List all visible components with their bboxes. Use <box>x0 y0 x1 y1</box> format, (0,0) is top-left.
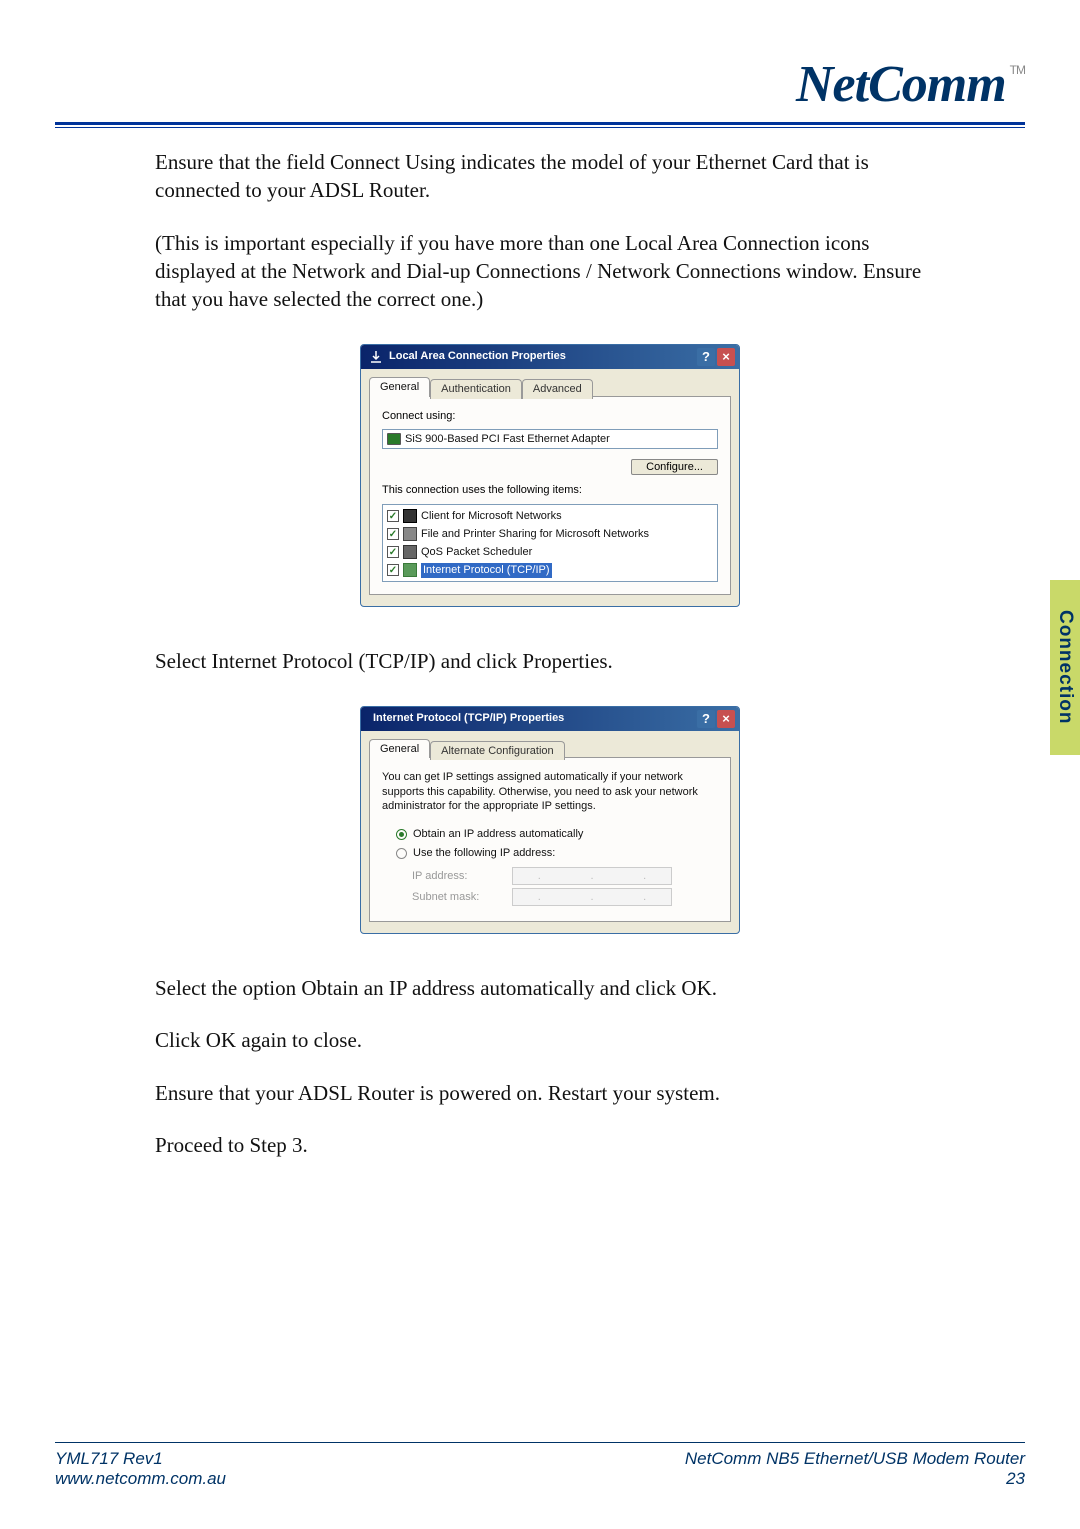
lan-properties-dialog: Local Area Connection Properties ? × Gen… <box>360 344 740 608</box>
radio-label: Obtain an IP address automatically <box>413 827 583 842</box>
tabs-row: General Alternate Configuration <box>361 731 739 759</box>
tab-advanced[interactable]: Advanced <box>522 379 593 399</box>
paragraph-proceed: Proceed to Step 3. <box>155 1131 945 1159</box>
product-name: NetComm NB5 Ethernet/USB Modem Router <box>685 1449 1025 1469</box>
checkbox-icon[interactable] <box>387 528 399 540</box>
items-label: This connection uses the following items… <box>382 483 718 498</box>
tab-panel: You can get IP settings assigned automat… <box>369 757 731 922</box>
page-footer: YML717 Rev1 www.netcomm.com.au NetComm N… <box>55 1442 1025 1489</box>
ip-fields-group: IP address: ... Subnet mask: ... <box>412 867 718 906</box>
nic-icon <box>387 433 401 445</box>
subnet-mask-label: Subnet mask: <box>412 890 502 905</box>
list-item: Client for Microsoft Networks <box>387 507 713 525</box>
dialog-titlebar: Internet Protocol (TCP/IP) Properties ? … <box>361 707 739 731</box>
paragraph-intro-1: Ensure that the field Connect Using indi… <box>155 148 945 205</box>
tcpip-icon <box>403 563 417 577</box>
adapter-name: SiS 900-Based PCI Fast Ethernet Adapter <box>405 432 610 447</box>
body-content: Ensure that the field Connect Using indi… <box>155 148 945 1159</box>
adapter-field[interactable]: SiS 900-Based PCI Fast Ethernet Adapter <box>382 429 718 449</box>
radio-on-icon <box>396 829 407 840</box>
ip-address-label: IP address: <box>412 869 502 884</box>
checkbox-icon[interactable] <box>387 564 399 576</box>
brand-logo: NetComm TM <box>796 55 1025 114</box>
radio-off-icon <box>396 848 407 859</box>
checkbox-icon[interactable] <box>387 510 399 522</box>
subnet-mask-field: ... <box>512 888 672 906</box>
dialog-title: Local Area Connection Properties <box>389 349 697 364</box>
item-label: QoS Packet Scheduler <box>421 545 532 560</box>
list-item: QoS Packet Scheduler <box>387 543 713 561</box>
tab-panel: Connect using: SiS 900-Based PCI Fast Et… <box>369 396 731 596</box>
paragraph-click-ok: Click OK again to close. <box>155 1026 945 1054</box>
tab-alternate-config[interactable]: Alternate Configuration <box>430 741 565 761</box>
close-button[interactable]: × <box>717 710 735 728</box>
connection-icon <box>369 350 383 364</box>
items-listbox[interactable]: Client for Microsoft Networks File and P… <box>382 504 718 582</box>
list-item: File and Printer Sharing for Microsoft N… <box>387 525 713 543</box>
header-rule <box>55 122 1025 128</box>
client-icon <box>403 509 417 523</box>
info-text: You can get IP settings assigned automat… <box>382 770 718 813</box>
item-label: Client for Microsoft Networks <box>421 509 562 524</box>
list-item: Internet Protocol (TCP/IP) <box>387 561 713 579</box>
dialog-title: Internet Protocol (TCP/IP) Properties <box>369 711 697 726</box>
radio-label: Use the following IP address: <box>413 846 555 861</box>
tab-general[interactable]: General <box>369 739 430 759</box>
section-tab: Connection <box>1050 580 1080 755</box>
print-share-icon <box>403 527 417 541</box>
item-label-selected: Internet Protocol (TCP/IP) <box>421 563 552 578</box>
footer-url: www.netcomm.com.au <box>55 1469 226 1489</box>
footer-rule <box>55 1442 1025 1443</box>
help-button[interactable]: ? <box>697 348 715 366</box>
configure-button[interactable]: Configure... <box>631 459 718 475</box>
paragraph-power-restart: Ensure that your ADSL Router is powered … <box>155 1079 945 1107</box>
paragraph-select-tcpip: Select Internet Protocol (TCP/IP) and cl… <box>155 647 945 675</box>
item-label: File and Printer Sharing for Microsoft N… <box>421 527 649 542</box>
logo-text: NetComm <box>796 55 1006 114</box>
ip-address-field: ... <box>512 867 672 885</box>
help-button[interactable]: ? <box>697 710 715 728</box>
paragraph-intro-2: (This is important especially if you hav… <box>155 229 945 314</box>
close-button[interactable]: × <box>717 348 735 366</box>
section-tab-label: Connection <box>1054 610 1076 725</box>
radio-obtain-auto[interactable]: Obtain an IP address automatically <box>396 827 718 842</box>
doc-id: YML717 Rev1 <box>55 1449 226 1469</box>
tabs-row: General Authentication Advanced <box>361 369 739 397</box>
logo-tm: TM <box>1010 63 1025 77</box>
tab-authentication[interactable]: Authentication <box>430 379 522 399</box>
page-number: 23 <box>685 1469 1025 1489</box>
dialog-titlebar: Local Area Connection Properties ? × <box>361 345 739 369</box>
paragraph-obtain-auto: Select the option Obtain an IP address a… <box>155 974 945 1002</box>
checkbox-icon[interactable] <box>387 546 399 558</box>
tcpip-properties-dialog: Internet Protocol (TCP/IP) Properties ? … <box>360 706 740 934</box>
radio-use-following[interactable]: Use the following IP address: <box>396 846 718 861</box>
qos-icon <box>403 545 417 559</box>
connect-using-label: Connect using: <box>382 409 718 424</box>
tab-general[interactable]: General <box>369 377 430 397</box>
